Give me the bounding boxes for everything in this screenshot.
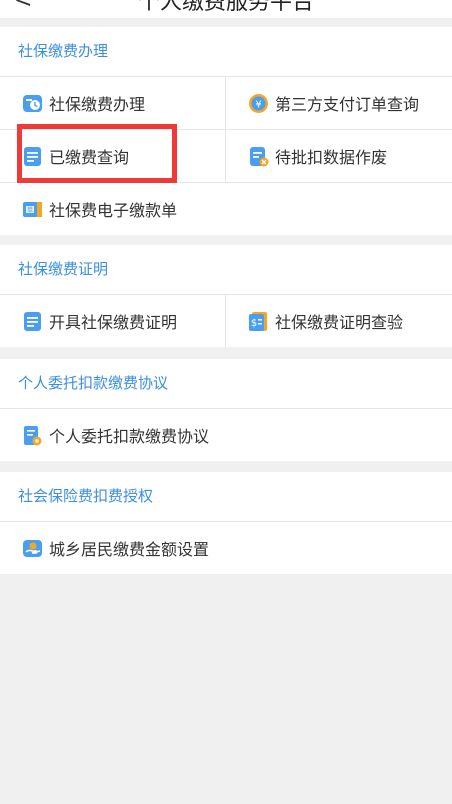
menu-item-electronic-payment-slip[interactable]: 单 社保费电子缴款单 [0, 183, 452, 235]
menu-item-third-party-order-query[interactable]: ¥ 第三方支付订单查询 [226, 77, 452, 129]
menu-item-issue-certificate[interactable]: 开具社保缴费证明 [0, 295, 226, 347]
menu-row: 开具社保缴费证明 $ 社保缴费证明查验 [0, 295, 452, 347]
section-agreement: 个人委托扣款缴费协议 个人委托扣款缴费协议 [0, 359, 452, 461]
payment-clock-icon [22, 93, 43, 114]
section-authorization: 社会保险费扣费授权 城乡居民缴费金额设置 [0, 472, 452, 574]
menu-row: 已缴费查询 待批扣数据作废 [0, 130, 452, 183]
section-title: 社会保险费扣费授权 [0, 472, 452, 522]
section-certificate: 社保缴费证明 开具社保缴费证明 $ 社保缴费证明查验 [0, 245, 452, 347]
document-list-icon [22, 146, 43, 167]
page-title: 个人缴费服务平台 [137, 0, 314, 15]
receipt-book-icon: 单 [22, 199, 43, 220]
section-title: 社保缴费办理 [0, 27, 452, 77]
menu-row: 社保缴费办理 ¥ 第三方支付订单查询 [0, 77, 452, 130]
menu-item-label: 社保缴费证明查验 [275, 313, 404, 332]
menu-item-label: 待批扣数据作废 [275, 148, 388, 167]
menu-item-label: 开具社保缴费证明 [49, 313, 178, 332]
menu-item-void-pending-deductions[interactable]: 待批扣数据作废 [226, 130, 452, 182]
top-bar: < 个人缴费服务平台 [0, 0, 452, 18]
section-title: 个人委托扣款缴费协议 [0, 359, 452, 409]
menu-item-label: 城乡居民缴费金额设置 [49, 540, 210, 559]
menu-row: 个人委托扣款缴费协议 [0, 409, 452, 461]
menu-item-resident-amount-setting[interactable]: 城乡居民缴费金额设置 [0, 522, 452, 574]
menu-item-verify-certificate[interactable]: $ 社保缴费证明查验 [226, 295, 452, 347]
menu-row: 单 社保费电子缴款单 [0, 183, 452, 235]
menu-row: 城乡居民缴费金额设置 [0, 522, 452, 574]
menu-item-paid-query[interactable]: 已缴费查询 [0, 130, 226, 182]
menu-item-deduction-agreement[interactable]: 个人委托扣款缴费协议 [0, 409, 452, 461]
section-payment: 社保缴费办理 社保缴费办理 ¥ 第三方支付订单查询 已缴费查询 待批扣数据作废 [0, 27, 452, 235]
document-list-icon [22, 311, 43, 332]
menu-item-social-insurance-payment[interactable]: 社保缴费办理 [0, 77, 226, 129]
dollar-document-icon: $ [248, 311, 269, 332]
hand-coin-icon [22, 538, 43, 559]
yuan-coin-icon: ¥ [248, 93, 269, 114]
svg-text:¥: ¥ [255, 99, 261, 110]
document-cancel-icon [248, 146, 269, 167]
section-title: 社保缴费证明 [0, 245, 452, 295]
menu-item-label: 社保费电子缴款单 [49, 201, 178, 220]
menu-item-label: 第三方支付订单查询 [275, 95, 420, 114]
agreement-document-icon [22, 425, 43, 446]
menu-item-label: 社保缴费办理 [49, 95, 146, 114]
menu-item-label: 个人委托扣款缴费协议 [49, 427, 210, 446]
menu-item-label: 已缴费查询 [49, 148, 130, 167]
svg-text:单: 单 [27, 206, 33, 214]
svg-text:$: $ [251, 318, 257, 329]
